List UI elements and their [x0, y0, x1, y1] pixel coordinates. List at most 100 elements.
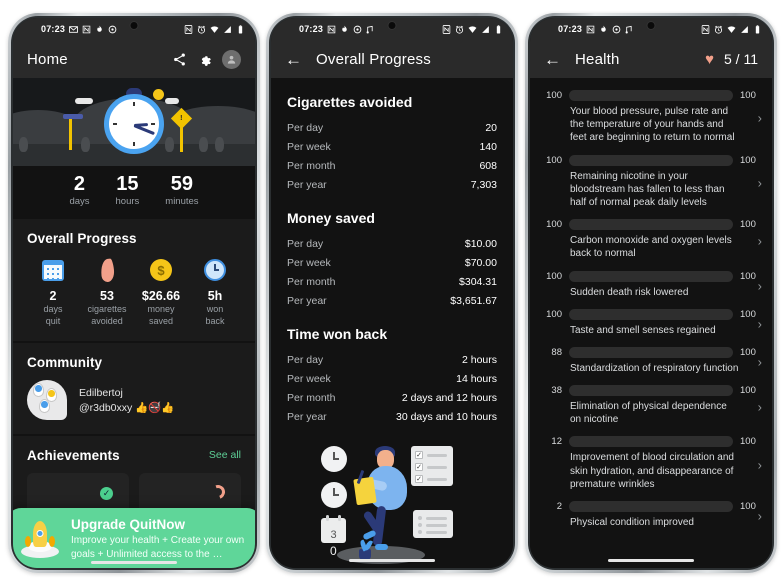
chevron-right-icon[interactable]: ›: [758, 457, 762, 472]
chevron-right-icon[interactable]: ›: [758, 316, 762, 331]
signpost-blade: [63, 114, 83, 119]
health-max: 100: [740, 436, 756, 448]
health-value: 100: [546, 219, 562, 231]
section-heading-money: Money saved: [287, 210, 375, 226]
chevron-right-icon[interactable]: ›: [758, 175, 762, 190]
timer-label: hours: [115, 196, 140, 207]
clock-face: [104, 94, 164, 154]
chevron-right-icon[interactable]: ›: [758, 354, 762, 369]
flame-icon: [81, 257, 133, 283]
stat-row: Per year 7,303: [287, 175, 497, 194]
health-item[interactable]: 100 100 Carbon monoxide and oxygen level…: [530, 215, 772, 266]
upgrade-title: Upgrade QuitNow: [71, 517, 185, 532]
stat-label-line1: won: [206, 304, 224, 314]
row-value: 140: [479, 140, 497, 153]
progress-illustration: 3 0 ✓ ✓ ✓: [287, 440, 497, 568]
upgrade-banner[interactable]: Upgrade QuitNow Improve your health + Cr…: [13, 508, 255, 568]
stat-cigarettes-avoided[interactable]: 53 cigarettes avoided: [81, 257, 133, 327]
timer-value: 2: [73, 173, 86, 195]
row-label: Per day: [287, 353, 324, 366]
stat-row: Per month $304.31: [287, 272, 497, 291]
health-item[interactable]: 100 100 Sudden death risk lowered ›: [530, 267, 772, 305]
phone-home: 07:23 Home ! 2 days 15 hours 59 minutes …: [8, 13, 260, 573]
stat-row: Per day $10.00: [287, 234, 497, 253]
stat-days-quit[interactable]: 2 days quit: [27, 258, 79, 327]
health-bar-row: 100 100: [540, 308, 762, 320]
phone2-screen: 07:23 ← Overall Progress Cigarettes avoi…: [271, 18, 513, 568]
stat-time-won-back[interactable]: 5h won back: [189, 258, 241, 327]
flame-icon: [601, 25, 606, 32]
signal-icon: [482, 25, 489, 33]
health-item[interactable]: 38 100 Elimination of physical dependenc…: [530, 381, 772, 432]
back-arrow-icon[interactable]: ←: [285, 51, 302, 68]
overall-progress-card[interactable]: Overall Progress 2 days quit 53 cigarett…: [13, 219, 255, 341]
cloud-shape: [165, 98, 179, 104]
coin-icon: $: [135, 258, 187, 282]
timer-value: 15: [116, 173, 139, 195]
chevron-right-icon[interactable]: ›: [758, 509, 762, 524]
community-heading: Community: [27, 354, 103, 370]
health-max: 100: [740, 219, 756, 231]
stat-money-saved[interactable]: $ $26.66 money saved: [135, 258, 187, 327]
account-avatar[interactable]: [222, 49, 241, 69]
settings-gear-icon[interactable]: [197, 52, 212, 67]
community-card[interactable]: Community Edilbertoj @r3db0xxy 👍🚭👍: [13, 340, 255, 434]
phone3-screen: 07:23 ← Health ♥ 5 / 11 100 100 Your blo…: [530, 18, 772, 568]
heart-icon: ♥: [705, 50, 714, 68]
section-heading-time: Time won back: [287, 326, 388, 342]
health-item[interactable]: 100 100 Your blood pressure, pulse rate …: [530, 86, 772, 151]
health-item[interactable]: 12 100 Improvement of blood circulation …: [530, 432, 772, 497]
page-title: Home: [27, 50, 68, 68]
nfc-icon: [701, 24, 710, 34]
wifi-icon: [210, 25, 219, 33]
health-bar-row: 100 100: [540, 90, 762, 101]
tree-shape: [19, 137, 28, 152]
health-progress-track: [569, 501, 733, 512]
health-item[interactable]: 100 100 Taste and smell senses regained …: [530, 305, 772, 343]
stat-row: Per month 2 days and 12 hours: [287, 388, 497, 407]
camera-punch-hole: [387, 21, 397, 30]
health-progress-track: [569, 154, 733, 166]
signal-icon: [741, 25, 748, 33]
health-description: Standardization of respiratory function: [570, 362, 739, 374]
status-bar: 07:23: [530, 18, 772, 40]
stat-label-line2: saved: [148, 315, 174, 326]
status-right-icons: [701, 24, 762, 34]
share-icon[interactable]: [172, 52, 187, 67]
stat-label-line2: quit: [45, 315, 61, 326]
health-bar-row: 2 100: [540, 501, 762, 512]
stat-label-line1: money: [147, 304, 175, 314]
community-row[interactable]: Edilbertoj @r3db0xxy 👍🚭👍: [27, 379, 241, 420]
cloud-shape: [75, 98, 93, 104]
stat-row: Per day 2 hours: [287, 350, 497, 369]
health-item[interactable]: 2 100 Physical condition improved ›: [530, 497, 772, 535]
see-all-link[interactable]: See all: [209, 449, 241, 461]
health-item[interactable]: 88 100 Standardization of respiratory fu…: [530, 343, 772, 381]
timer-unit: 2 days: [69, 173, 90, 208]
status-bar: 07:23: [13, 18, 255, 40]
notification-n-icon: [586, 25, 595, 33]
rocket-icon: [19, 518, 61, 560]
stat-label-line2: back: [205, 315, 225, 326]
chevron-right-icon[interactable]: ›: [758, 278, 762, 293]
community-user: Edilbertoj @r3db0xxy 👍🚭👍: [79, 386, 174, 415]
health-bar-row: 100 100: [540, 219, 762, 231]
health-progress-track: [569, 270, 733, 282]
row-label: Per week: [287, 140, 331, 153]
alarm-icon: [197, 25, 206, 34]
chevron-right-icon[interactable]: ›: [758, 233, 762, 248]
status-time: 07:23: [41, 24, 66, 34]
health-max: 100: [740, 154, 756, 166]
person-shoe: [375, 544, 388, 550]
community-username: Edilbertoj: [79, 386, 123, 399]
notification-n-icon: [82, 25, 91, 33]
health-value: 12: [551, 436, 562, 448]
health-item[interactable]: 100 100 Remaining nicotine in your blood…: [530, 151, 772, 216]
row-label: Per week: [287, 256, 331, 269]
battery-icon: [238, 24, 243, 33]
back-arrow-icon[interactable]: ←: [544, 51, 561, 68]
app-bar-health: ← Health ♥ 5 / 11: [530, 40, 772, 78]
chevron-right-icon[interactable]: ›: [758, 111, 762, 126]
timer-label: days: [69, 196, 90, 207]
chevron-right-icon[interactable]: ›: [758, 399, 762, 414]
